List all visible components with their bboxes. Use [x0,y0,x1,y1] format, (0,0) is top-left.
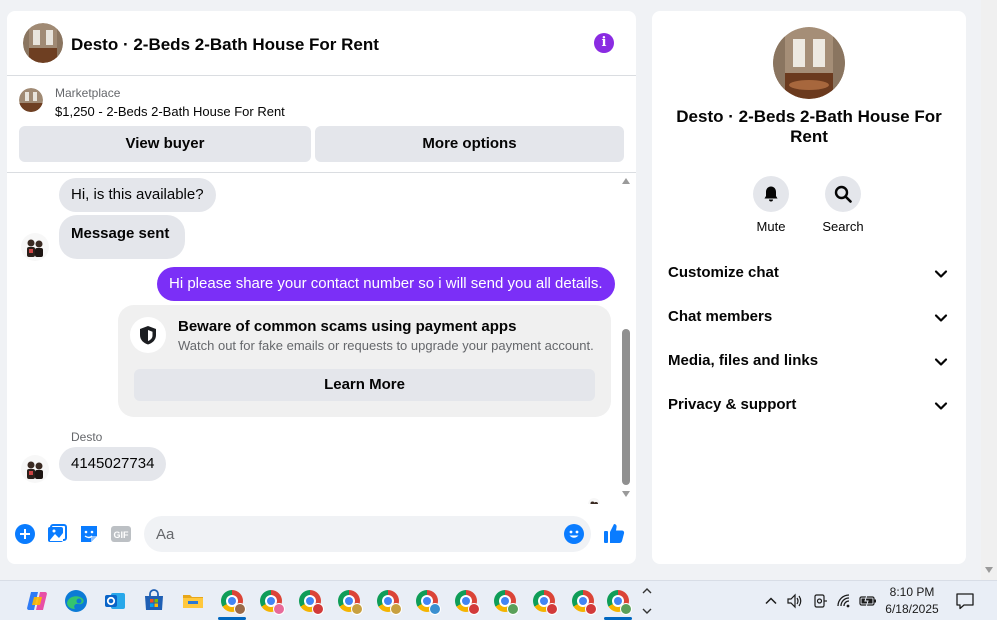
battery-icon[interactable] [859,591,877,611]
avatar[interactable] [21,233,49,261]
photo-icon[interactable] [46,523,68,545]
media-files-links-row[interactable]: Media, files and links [660,341,958,381]
volume-icon[interactable] [786,591,804,611]
person-photo-icon [27,239,43,257]
message-thread[interactable]: Hi, is this available? Message sent Hi p… [7,174,636,504]
chevron-down-icon [934,358,948,366]
scroll-down-arrow[interactable] [622,491,630,497]
customize-chat-label: Customize chat [668,264,779,281]
chevron-down-icon [934,314,948,322]
chrome-icon[interactable] [216,585,248,620]
chat-members-row[interactable]: Chat members [660,297,958,337]
privacy-support-row[interactable]: Privacy & support [660,385,958,425]
chrome-icon[interactable] [294,585,326,617]
scroll-thumb[interactable] [622,329,630,485]
clock-time: 8:10 PM [889,585,935,599]
bell-icon [753,176,789,212]
listing-price-title[interactable]: $1,250 - 2-Beds 2-Bath House For Rent [55,104,285,119]
chat-members-label: Chat members [668,308,773,325]
chat-panel: Desto · 2-Beds 2-Bath House For Rent i M… [7,11,636,564]
message-incoming-reply: 4145027734 [59,447,167,481]
mute-label: Mute [756,219,786,234]
info-icon[interactable]: i [594,33,614,53]
shield-icon [130,317,166,353]
view-buyer-button[interactable]: View buyer [19,126,311,162]
file-explorer-icon[interactable] [177,585,209,617]
chevron-down-icon [934,402,948,410]
listing-thumbnail[interactable] [19,88,43,112]
scroll-up-arrow[interactable] [622,178,630,184]
conversation-info-panel: Desto · 2-Beds 2-Bath House For Rent Mut… [652,11,966,564]
plus-icon[interactable] [14,523,36,545]
taskbar-clock[interactable]: 8:10 PM 6/18/2025 [880,584,944,618]
message-incoming: Hi, is this available? [59,178,216,212]
avatar[interactable] [21,455,49,483]
wifi-icon[interactable] [836,591,854,611]
chevron-up-icon[interactable] [762,591,780,611]
store-icon[interactable] [138,585,170,617]
clock-date: 6/18/2025 [885,602,939,616]
chrome-icon[interactable] [450,585,482,617]
chat-header: Desto · 2-Beds 2-Bath House For Rent i [7,11,636,76]
copilot-icon[interactable] [21,585,53,617]
device-icon[interactable] [811,591,829,611]
scam-warning-title: Beware of common scams using payment app… [178,318,517,335]
chrome-icon[interactable] [255,585,287,617]
chrome-icon[interactable] [411,585,443,617]
chrome-icon[interactable] [489,585,521,617]
chat-title[interactable]: Desto · 2-Beds 2-Bath House For Rent [71,35,379,55]
listing-source: Marketplace [55,86,121,100]
mute-button[interactable]: Mute [741,176,801,234]
chrome-icon[interactable] [372,585,404,617]
person-photo-icon [27,461,43,479]
windows-taskbar: 8:10 PM 6/18/2025 [0,580,997,620]
edge-icon[interactable] [60,585,92,617]
message-outgoing: Hi please share your contact number so i… [157,267,615,301]
page-scrollbar[interactable] [981,0,997,580]
search-icon [825,176,861,212]
chrome-icon[interactable] [333,585,365,617]
search-label: Search [822,219,864,234]
chevron-down-icon [934,270,948,278]
taskbar-overflow-arrows[interactable] [641,583,653,619]
outlook-icon[interactable] [99,585,131,617]
notification-icon[interactable] [955,591,975,611]
chrome-icon[interactable] [602,585,634,620]
thumbs-up-icon[interactable] [602,521,626,545]
message-status: Message sent [59,215,186,259]
privacy-support-label: Privacy & support [668,396,797,413]
scam-warning-body: Watch out for fake emails or requests to… [178,338,594,353]
chrome-icon[interactable] [567,585,599,617]
scroll-down-arrow[interactable] [985,567,993,573]
message-input[interactable] [144,516,591,552]
gif-icon[interactable]: GIF [110,523,132,545]
customize-chat-row[interactable]: Customize chat [660,253,958,293]
emoji-icon[interactable] [563,523,585,545]
info-title: Desto · 2-Beds 2-Bath House For Rent [676,107,942,146]
thread-scrollbar[interactable] [619,174,634,504]
sticker-icon[interactable] [78,523,100,545]
search-button[interactable]: Search [813,176,873,234]
listing-avatar[interactable] [23,23,63,63]
svg-text:GIF: GIF [114,530,130,540]
listing-photo[interactable] [773,27,845,99]
learn-more-button[interactable]: Learn More [134,369,595,401]
chrome-icon[interactable] [528,585,560,617]
more-options-button[interactable]: More options [315,126,624,162]
media-files-links-label: Media, files and links [668,352,819,369]
listing-banner: Marketplace $1,250 - 2-Beds 2-Bath House… [7,76,636,173]
scam-warning-card: Beware of common scams using payment app… [118,305,611,417]
sender-name: Desto [71,430,103,444]
composer: GIF [7,504,636,564]
